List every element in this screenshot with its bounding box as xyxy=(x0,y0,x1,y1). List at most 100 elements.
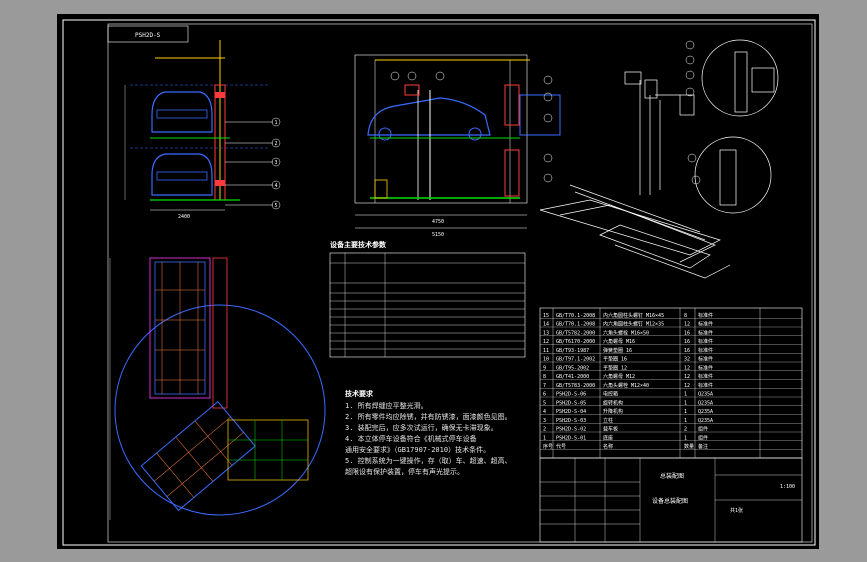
bom-cell-note: Q235A xyxy=(698,409,713,415)
scale: 1:100 xyxy=(780,484,795,490)
bom-cell-no: 2 xyxy=(543,427,546,433)
bom-cell-name: 电控箱 xyxy=(603,391,618,398)
upper-car xyxy=(151,91,213,133)
bom-cell-note: Q235A xyxy=(698,400,713,406)
bom-cell-qty: 1 xyxy=(684,409,687,415)
elev-width-dim: 5150 xyxy=(432,232,444,238)
bom-cell-code: GB/T5783-2000 xyxy=(556,383,595,389)
bom-cell-code: GB/T95-2002 xyxy=(556,365,589,371)
bom-cell-qty: 2 xyxy=(684,427,687,433)
bom-cell-code: PSH2D-S-06 xyxy=(556,392,586,398)
title-block: 总装配图 设备总装配图 1:100 共1张 xyxy=(539,457,803,543)
balloon-number: 1 xyxy=(275,120,278,126)
bom-cell-code: GB/T6170-2000 xyxy=(556,339,595,345)
bom-cell-code: PSH2D-S-02 xyxy=(556,427,586,433)
balloon-number: 5 xyxy=(275,203,278,209)
bom-cell-qty: 16 xyxy=(684,339,690,345)
bom-cell-code: 代号 xyxy=(556,443,566,450)
bom-cell-no: 8 xyxy=(543,374,546,380)
bom-cell-qty: 1 xyxy=(684,418,687,424)
bom-cell-no: 9 xyxy=(543,365,546,371)
bom-cell-qty: 16 xyxy=(684,348,690,354)
bom-cell-name: 名称 xyxy=(603,443,613,450)
bom-cell-qty: 12 xyxy=(684,374,690,380)
lower-car xyxy=(151,153,213,196)
bom-cell-note: 组件 xyxy=(698,426,708,433)
bom-cell-name: 内六角圆柱头螺钉 M16×45 xyxy=(603,312,664,319)
bom-cell-code: PSH2D-S-03 xyxy=(556,418,586,424)
parameter-table: 设备主要技术参数 xyxy=(329,240,526,358)
cad-viewer: PSH2D-S 2400 4750 5150 设备主要技术参数 技术要求 1. … xyxy=(0,0,867,562)
bom-cell-no: 11 xyxy=(543,348,549,354)
bom-cell-note: 标准件 xyxy=(698,312,713,319)
bom-cell-name: 底座 xyxy=(603,434,613,441)
plan-view xyxy=(109,257,326,520)
note-line: 3. 装配完后，应多次试运行，确保无卡滞现象。 xyxy=(345,423,498,432)
bom-cell-code: PSH2D-S-05 xyxy=(556,400,586,406)
bom-cell-name: 六角螺母 M12 xyxy=(603,373,635,380)
bom-cell-qty: 1 xyxy=(684,400,687,406)
bom-cell-note: 标准件 xyxy=(698,364,713,371)
bom-cell-no: 4 xyxy=(543,409,546,415)
bom-cell-note: 标准件 xyxy=(698,373,713,380)
bom-cell-qty: 12 xyxy=(684,322,690,328)
side-elevation: 4750 5150 xyxy=(354,54,561,238)
bom-cell-code: GB/T70.1-2008 xyxy=(556,313,595,319)
bom-cell-name: 六角头螺栓 M12×40 xyxy=(603,382,649,389)
bom-cell-no: 10 xyxy=(543,357,549,363)
bom-cell-qty: 12 xyxy=(684,383,690,389)
bom-cell-name: 平垫圈 12 xyxy=(603,364,627,371)
balloon-number: 3 xyxy=(275,160,278,166)
note-line: 2. 所有零件均应除锈，并有防锈漆，面漆颜色见图。 xyxy=(345,412,512,421)
isometric-view xyxy=(539,39,779,279)
bom-cell-note: 备注 xyxy=(698,443,708,450)
bom-cell-no: 1 xyxy=(543,435,546,441)
notes-title: 技术要求 xyxy=(345,389,374,398)
bom-cell-note: 标准件 xyxy=(698,338,713,345)
bom-cell-note: Q235A xyxy=(698,392,713,398)
bom-cell-name: 升降机构 xyxy=(603,408,623,415)
bom-cell-name: 弹簧垫圈 16 xyxy=(603,347,632,354)
bom-cell-no: 序号 xyxy=(543,443,553,450)
bom-cell-qty: 8 xyxy=(684,313,687,319)
front-dim: 2400 xyxy=(178,214,190,220)
bom-cell-code: GB/T41-2000 xyxy=(556,374,589,380)
cad-drawing: PSH2D-S 2400 4750 5150 设备主要技术参数 技术要求 1. … xyxy=(62,19,816,546)
bom-table: 15 GB/T70.1-2008 内六角圆柱头螺钉 M16×45 8 标准件 1 4 GB/T… xyxy=(539,307,803,459)
bom-cell-no: 15 xyxy=(543,313,549,319)
sheet-count: 共1张 xyxy=(730,507,743,514)
bom-cell-note: 标准件 xyxy=(698,382,713,389)
note-line: 4. 本立体停车设备符合《机械式停车设备 xyxy=(345,434,477,443)
bom-cell-code: GB/T93-1987 xyxy=(556,348,589,354)
note-line: 5. 控制系统为一键操作，存（取）车、超速、超高、 xyxy=(345,456,512,465)
elev-inner-dim: 4750 xyxy=(432,219,444,225)
bom-cell-code: GB/T97.1-2002 xyxy=(556,357,595,363)
bom-cell-name: 载车板 xyxy=(603,426,618,433)
company-name: 设备总装配图 xyxy=(652,497,688,505)
bom-cell-name: 六角螺母 M16 xyxy=(603,338,635,345)
bom-cell-code: GB/T70.1-2008 xyxy=(556,322,595,328)
bom-cell-qty: 1 xyxy=(684,392,687,398)
bom-cell-qty: 32 xyxy=(684,357,690,363)
bom-cell-name: 旋转机构 xyxy=(603,399,623,406)
note-line: 通用安全要求》（GB17907-2010）技术条件。 xyxy=(345,445,490,454)
bom-cell-name: 内六角圆柱头螺钉 M12×35 xyxy=(603,321,664,328)
bom-cell-qty: 数量 xyxy=(684,443,694,450)
bom-cell-no: 13 xyxy=(543,330,549,336)
technical-notes: 技术要求 1. 所有焊缝应平整光滑。 2. 所有零件均应除锈，并有防锈漆，面漆颜色… xyxy=(345,389,512,476)
bom-cell-qty: 1 xyxy=(684,435,687,441)
bom-cell-note: 组件 xyxy=(698,434,708,441)
param-table-title: 设备主要技术参数 xyxy=(330,240,387,249)
bom-cell-note: 标准件 xyxy=(698,329,713,336)
bom-cell-no: 3 xyxy=(543,418,546,424)
bom-cell-note: 标准件 xyxy=(698,356,713,363)
note-line: 1. 所有焊缝应平整光滑。 xyxy=(345,401,428,410)
bom-cell-no: 12 xyxy=(543,339,549,345)
bom-cell-no: 7 xyxy=(543,383,546,389)
bom-cell-name: 平垫圈 16 xyxy=(603,356,627,363)
balloon-number: 2 xyxy=(275,141,278,147)
bom-cell-note: Q235A xyxy=(698,418,713,424)
note-line: 超限设有保护装置，停车有声光提示。 xyxy=(345,467,464,476)
bom-cell-qty: 16 xyxy=(684,330,690,336)
bom-cell-qty: 12 xyxy=(684,365,690,371)
